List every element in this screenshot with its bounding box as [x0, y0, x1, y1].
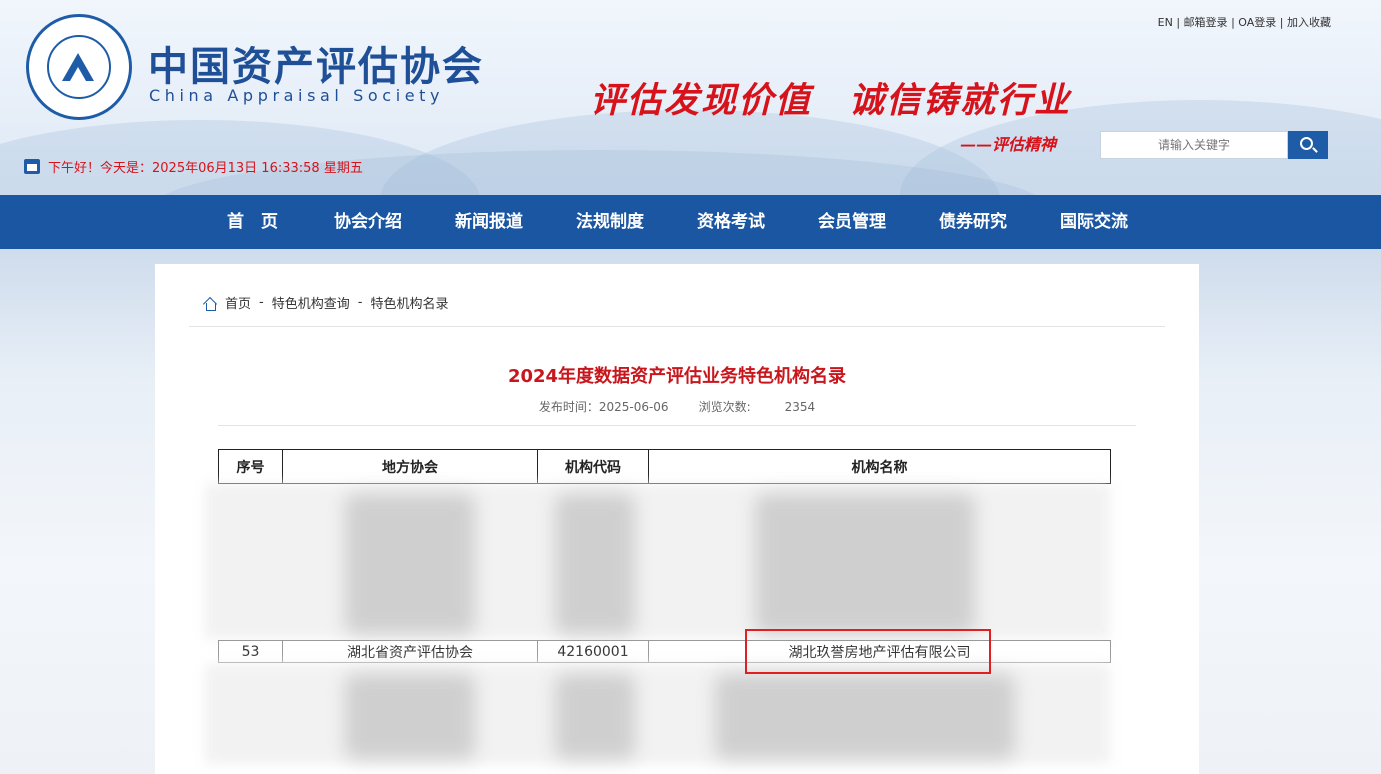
breadcrumb-sep: -	[357, 295, 363, 310]
top-sep: |	[1279, 16, 1284, 29]
search-button[interactable]	[1288, 131, 1328, 159]
link-mail-login[interactable]: 邮箱登录	[1184, 16, 1228, 29]
nav-international[interactable]: 国际交流	[1060, 195, 1128, 249]
nav-about[interactable]: 协会介绍	[334, 195, 402, 249]
blurred-rows	[715, 674, 1015, 759]
divider	[218, 425, 1136, 426]
col-index: 序号	[218, 449, 283, 484]
publish-label: 发布时间：	[538, 400, 599, 414]
nav-exams[interactable]: 资格考试	[697, 195, 765, 249]
col-name: 机构名称	[648, 449, 1111, 484]
slogan: 评估发现价值 诚信铸就行业	[590, 80, 1072, 121]
link-en[interactable]: EN	[1158, 16, 1173, 29]
views-count: 2354	[784, 400, 816, 414]
cell-index: 53	[219, 641, 283, 662]
breadcrumb: 首页 - 特色机构查询 - 特色机构名录	[202, 293, 448, 312]
nav-news[interactable]: 新闻报道	[455, 195, 523, 249]
col-code: 机构代码	[537, 449, 649, 484]
blurred-rows	[755, 494, 975, 634]
nav-bond-research[interactable]: 债券研究	[939, 195, 1007, 249]
breadcrumb-special-query[interactable]: 特色机构查询	[272, 293, 350, 312]
views-label: 浏览次数:	[698, 400, 751, 414]
link-oa-login[interactable]: OA登录	[1238, 16, 1276, 29]
top-sep: |	[1176, 16, 1181, 29]
institution-table: 序号 地方协会 机构代码 机构名称	[218, 449, 1111, 484]
site-name-en: China Appraisal Society	[149, 86, 445, 105]
nav-members[interactable]: 会员管理	[818, 195, 886, 249]
col-association: 地方协会	[282, 449, 538, 484]
cell-code: 42160001	[538, 641, 649, 662]
main-nav: 首 页 协会介绍 新闻报道 法规制度 资格考试 会员管理 债券研究 国际交流	[0, 195, 1381, 249]
search-input[interactable]	[1100, 131, 1288, 159]
highlight-box	[745, 629, 991, 674]
slogan-sub: ——评估精神	[960, 135, 1057, 154]
divider	[189, 326, 1165, 327]
nav-regulations[interactable]: 法规制度	[576, 195, 644, 249]
link-add-favorite[interactable]: 加入收藏	[1287, 16, 1331, 29]
publish-date: 2025-06-06	[598, 400, 669, 414]
header: 中国资产评估协会 China Appraisal Society 评估发现价值 …	[0, 0, 1381, 195]
article-title: 2024年度数据资产评估业务特色机构名录	[507, 366, 847, 387]
content-panel: 首页 - 特色机构查询 - 特色机构名录 2024年度数据资产评估业务特色机构名…	[155, 264, 1199, 774]
breadcrumb-special-list[interactable]: 特色机构名录	[370, 293, 448, 312]
breadcrumb-home[interactable]: 首页	[225, 293, 251, 312]
date-text: 下午好！今天是：2025年06月13日 16:33:58 星期五	[48, 161, 363, 176]
calendar-icon	[24, 159, 40, 174]
cell-association: 湖北省资产评估协会	[283, 641, 538, 662]
home-icon[interactable]	[202, 295, 219, 311]
article-meta: 发布时间：2025-06-06 浏览次数: 2354	[155, 398, 1199, 415]
blurred-rows	[555, 674, 635, 759]
top-links: EN | 邮箱登录 | OA登录 | 加入收藏	[1158, 14, 1331, 30]
date-line: 下午好！今天是：2025年06月13日 16:33:58 星期五	[24, 157, 363, 176]
top-sep: |	[1231, 16, 1235, 29]
site-name[interactable]: 中国资产评估协会	[148, 34, 484, 92]
logo-seal[interactable]	[26, 14, 132, 120]
blurred-rows	[345, 674, 475, 759]
nav-home[interactable]: 首 页	[227, 195, 278, 249]
breadcrumb-sep: -	[259, 295, 264, 310]
blurred-rows	[555, 494, 635, 634]
blurred-rows	[345, 494, 475, 634]
